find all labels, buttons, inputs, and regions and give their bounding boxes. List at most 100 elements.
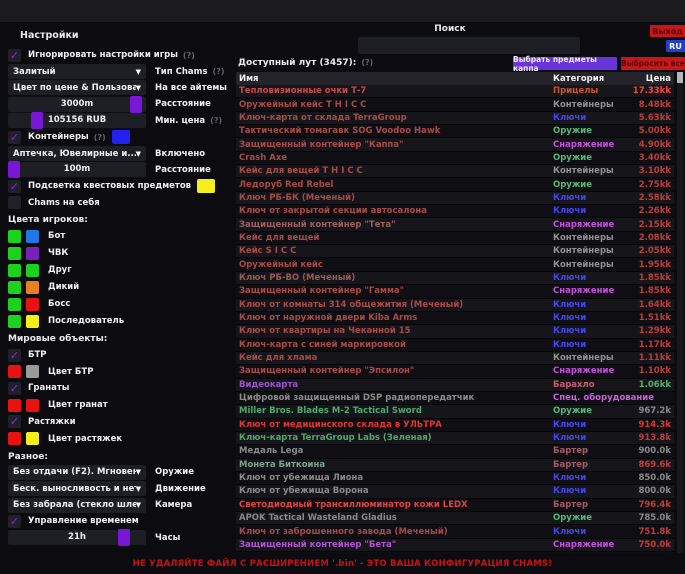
column-header-name[interactable]: Имя: [236, 74, 553, 84]
containers-toggle[interactable]: ✓: [8, 131, 21, 144]
btr-toggle[interactable]: ✓: [8, 349, 21, 362]
loot-row[interactable]: Монета БиткоинаБартер869.6k: [236, 459, 674, 472]
loot-row[interactable]: APOK Tactical Wasteland GladiusОружие785…: [236, 512, 674, 525]
color-swatch[interactable]: [8, 281, 21, 294]
checkbox-label: БТР: [28, 350, 47, 360]
slider-handle[interactable]: [8, 161, 20, 178]
loot-row[interactable]: Защищенный контейнер "Каппа"Снаряжение4.…: [236, 138, 674, 151]
color-swatch[interactable]: [8, 399, 21, 412]
color-swatch[interactable]: [8, 230, 21, 243]
loot-row[interactable]: Ключ-карта с синей маркировкойКлючи1.17k…: [236, 339, 674, 352]
color-swatch[interactable]: [26, 230, 39, 243]
language-button[interactable]: RU: [666, 40, 685, 52]
container-distance-slider[interactable]: 100m: [8, 162, 146, 177]
chams-type-select[interactable]: Залитый▼: [8, 64, 146, 79]
scrollbar-thumb[interactable]: [677, 72, 683, 83]
config-warning: НЕ УДАЛЯЙТЕ ФАЙЛ С РАСШИРЕНИЕМ '.bin' - …: [0, 553, 685, 574]
loot-row[interactable]: Ключ от медицинского склада в УЛЬТРАКлюч…: [236, 419, 674, 432]
item-name: Монета Биткоина: [236, 460, 553, 470]
color-swatch[interactable]: [26, 281, 39, 294]
min-price-slider[interactable]: 105156 RUB: [8, 113, 146, 128]
color-swatch[interactable]: [8, 432, 21, 445]
select-kappa-button[interactable]: Выбрать предметы каппа: [513, 57, 617, 70]
loot-row[interactable]: Светодиодный трансиллюминатор кожи LEDXБ…: [236, 499, 674, 512]
color-swatch[interactable]: [26, 315, 39, 328]
hours-slider[interactable]: 21h: [8, 530, 146, 545]
slider-handle[interactable]: [130, 96, 142, 113]
loot-row[interactable]: Кейс для вещейКонтейнеры2.08kk: [236, 232, 674, 245]
item-name: Ключ-карта от склада TerraGroup: [236, 113, 553, 123]
time-control-toggle[interactable]: ✓: [8, 515, 21, 528]
column-header-price[interactable]: Цена: [618, 74, 674, 84]
loot-row[interactable]: Защищенный контейнер "Тета"Снаряжение2.1…: [236, 218, 674, 231]
color-swatch[interactable]: [26, 298, 39, 311]
loot-row[interactable]: Оружейный кейс T H I C CКонтейнеры8.48kk: [236, 98, 674, 111]
loot-row[interactable]: Ключ от наружной двери Kiba ArmsКлючи1.5…: [236, 312, 674, 325]
slider-handle[interactable]: [118, 529, 130, 546]
search-input[interactable]: [358, 37, 580, 54]
containers-toggle: ✓Контейнеры(?): [8, 129, 236, 145]
color-swatch[interactable]: [197, 179, 215, 193]
color-swatch[interactable]: [8, 264, 21, 277]
camera-select[interactable]: Без забрала (стекло шлема)▼: [8, 498, 146, 513]
loot-row[interactable]: Ключ от квартиры на Чеканной 15Ключи1.29…: [236, 325, 674, 338]
item-name: Оружейный кейс: [236, 260, 553, 270]
loot-row[interactable]: Miller Bros. Blades M-2 Tactical SwordОр…: [236, 405, 674, 418]
tripwires-toggle[interactable]: ✓: [8, 415, 21, 428]
color-swatch[interactable]: [26, 399, 39, 412]
exit-button[interactable]: Выход: [650, 25, 685, 37]
loot-row[interactable]: Кейс для хламаКонтейнеры1.11kk: [236, 352, 674, 365]
hint-icon: (?): [210, 116, 222, 125]
loot-row[interactable]: Защищенный контейнер "Бета"Снаряжение750…: [236, 539, 674, 552]
loot-row[interactable]: Кейс S I C CКонтейнеры2.05kk: [236, 245, 674, 258]
loot-row[interactable]: Тактический томагавк SOG Voodoo HawkОруж…: [236, 125, 674, 138]
item-color-mode-select[interactable]: Цвет по цене & Пользователям▼: [8, 80, 146, 95]
tripwire-color: Цвет растяжек: [8, 430, 236, 447]
discard-all-button[interactable]: Выбросить все: [621, 57, 685, 70]
slider-handle[interactable]: [31, 112, 43, 129]
color-swatch[interactable]: [8, 247, 21, 260]
loot-row[interactable]: Ключ от убежища ВоронаКлючи800.0k: [236, 485, 674, 498]
loot-row[interactable]: Ледоруб Red RebelОружие2.75kk: [236, 178, 674, 191]
loot-row[interactable]: Защищенный контейнер "Эпсилон"Снаряжение…: [236, 365, 674, 378]
ignore-game-settings[interactable]: ✓: [8, 49, 21, 62]
loot-row[interactable]: Ключ от убежища ЛионаКлючи850.0k: [236, 472, 674, 485]
item-distance-slider[interactable]: 3000m: [8, 97, 146, 112]
color-swatch[interactable]: [26, 264, 39, 277]
loot-row[interactable]: Оружейный кейсКонтейнеры1.95kk: [236, 258, 674, 271]
loot-row[interactable]: Ключ от заброшенного завода (Меченый)Клю…: [236, 525, 674, 538]
loot-row[interactable]: Цифровой защищенный DSP радиопередатчикС…: [236, 392, 674, 405]
loot-row[interactable]: ВидеокартаБарахло1.06kk: [236, 379, 674, 392]
item-name: Медаль Lega: [236, 446, 553, 456]
chams-self-toggle[interactable]: ✓: [8, 196, 21, 209]
btr-color: Цвет БТР: [8, 363, 236, 380]
color-swatch[interactable]: [112, 130, 130, 144]
loot-row[interactable]: Ключ-карта TerraGroup Labs (Зеленая)Ключ…: [236, 432, 674, 445]
color-row-label: Босс: [48, 299, 70, 309]
color-swatch[interactable]: [26, 365, 39, 378]
color-swatch[interactable]: [26, 432, 39, 445]
loot-row[interactable]: Защищенный контейнер "Гамма"Снаряжение1.…: [236, 285, 674, 298]
loot-row[interactable]: Ключ РБ-ВО (Меченый)Ключи1.85kk: [236, 272, 674, 285]
loot-row[interactable]: Кейс для вещей T H I C CКонтейнеры3.10kk: [236, 165, 674, 178]
loot-row[interactable]: Медаль LegaБартер900.0k: [236, 445, 674, 458]
table-scrollbar[interactable]: [677, 72, 683, 553]
loot-row[interactable]: Ключ от комнаты 314 общежития (Меченый)К…: [236, 299, 674, 312]
column-header-category[interactable]: Категория: [553, 74, 618, 84]
movement-select[interactable]: Беск. выносливость и нет уста▼: [8, 481, 146, 496]
loot-row[interactable]: Ключ-карта от склада TerraGroupКлючи5.63…: [236, 112, 674, 125]
grenades-toggle[interactable]: ✓: [8, 382, 21, 395]
loot-row[interactable]: Ключ РБ-БК (Меченый)Ключи2.58kk: [236, 192, 674, 205]
loot-row[interactable]: Crash AxeОружие3.40kk: [236, 152, 674, 165]
quest-items-toggle[interactable]: ✓: [8, 180, 21, 193]
color-swatch[interactable]: [26, 247, 39, 260]
weapon-select[interactable]: Без отдачи (F2). Мгновенное п▼: [8, 465, 146, 480]
loot-row[interactable]: Ключ от закрытой секции автосалонаКлючи2…: [236, 205, 674, 218]
color-swatch[interactable]: [8, 365, 21, 378]
loot-row[interactable]: Тепловизионные очки Т-7Прицелы17.33kk: [236, 85, 674, 98]
color-swatch[interactable]: [8, 298, 21, 311]
item-name: Ключ от заброшенного завода (Меченый): [236, 527, 553, 537]
color-swatch[interactable]: [8, 315, 21, 328]
item-category: Бартер: [553, 500, 618, 510]
medcase-select[interactable]: Аптечка, Ювелирные и...▼: [8, 146, 146, 161]
